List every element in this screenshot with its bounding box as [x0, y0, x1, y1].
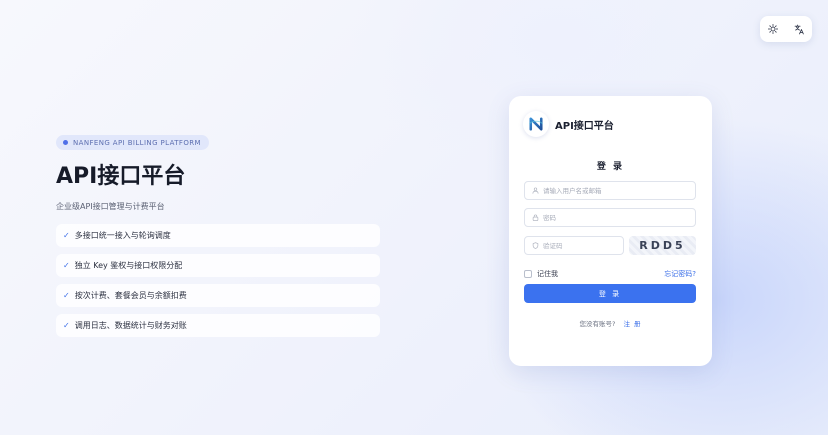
- hero-section: NANFENG API BILLING PLATFORM API接口平台 企业级…: [56, 130, 380, 344]
- theme-toggle-button[interactable]: [762, 18, 784, 40]
- sun-icon: [768, 24, 778, 34]
- brand-logo: [523, 111, 549, 137]
- remember-me[interactable]: 记住我: [524, 269, 558, 279]
- no-account-text: 您没有账号?: [579, 320, 616, 328]
- forgot-password-link[interactable]: 忘记密码?: [664, 269, 696, 279]
- username-field[interactable]: [524, 181, 696, 200]
- feature-item: ✓ 按次计费、套餐会员与余额扣费: [56, 284, 380, 307]
- remember-label: 记住我: [537, 270, 558, 278]
- remember-row: 记住我 忘记密码?: [524, 269, 696, 279]
- language-toggle-button[interactable]: [788, 18, 810, 40]
- feature-text: 多接口统一接入与轮询调度: [74, 231, 171, 240]
- check-icon: ✓: [63, 231, 70, 240]
- feature-item: ✓ 独立 Key 鉴权与接口权限分配: [56, 254, 380, 277]
- captcha-input[interactable]: [543, 241, 617, 250]
- n-logo-icon: [528, 117, 544, 131]
- lock-icon: [532, 214, 539, 221]
- register-link[interactable]: 注 册: [623, 320, 641, 328]
- hero-subtitle: 企业级API接口管理与计费平台: [56, 202, 165, 211]
- feature-text: 独立 Key 鉴权与接口权限分配: [74, 261, 183, 270]
- top-toolbar: [760, 16, 812, 42]
- hero-title: API接口平台: [56, 164, 186, 189]
- password-input[interactable]: [543, 213, 683, 222]
- login-card: API接口平台 登 录 RDD5: [509, 96, 712, 366]
- feature-text: 调用日志、数据统计与财务对账: [74, 321, 187, 330]
- check-icon: ✓: [63, 261, 70, 270]
- translate-icon: [794, 24, 805, 35]
- captcha-image[interactable]: RDD5: [629, 236, 696, 255]
- check-icon: ✓: [63, 291, 70, 300]
- badge-text: NANFENG API BILLING PLATFORM: [73, 138, 201, 147]
- shield-icon: [532, 242, 539, 249]
- check-icon: ✓: [63, 321, 70, 330]
- user-icon: [532, 187, 539, 194]
- username-input[interactable]: [543, 186, 683, 195]
- badge-dot: [63, 140, 68, 145]
- card-title: API接口平台: [555, 120, 614, 132]
- remember-checkbox[interactable]: [524, 270, 532, 278]
- feature-item: ✓ 多接口统一接入与轮询调度: [56, 224, 380, 247]
- card-header: API接口平台: [523, 111, 614, 137]
- password-field[interactable]: [524, 208, 696, 227]
- platform-badge: NANFENG API BILLING PLATFORM: [56, 135, 209, 150]
- login-heading: 登 录: [596, 162, 625, 172]
- captcha-field[interactable]: [524, 236, 624, 255]
- register-row: 您没有账号? 注 册: [509, 318, 712, 328]
- feature-item: ✓ 调用日志、数据统计与财务对账: [56, 314, 380, 337]
- login-button[interactable]: 登 录: [524, 284, 696, 303]
- feature-list: ✓ 多接口统一接入与轮询调度 ✓ 独立 Key 鉴权与接口权限分配 ✓ 按次计费…: [56, 224, 380, 337]
- feature-text: 按次计费、套餐会员与余额扣费: [74, 291, 187, 300]
